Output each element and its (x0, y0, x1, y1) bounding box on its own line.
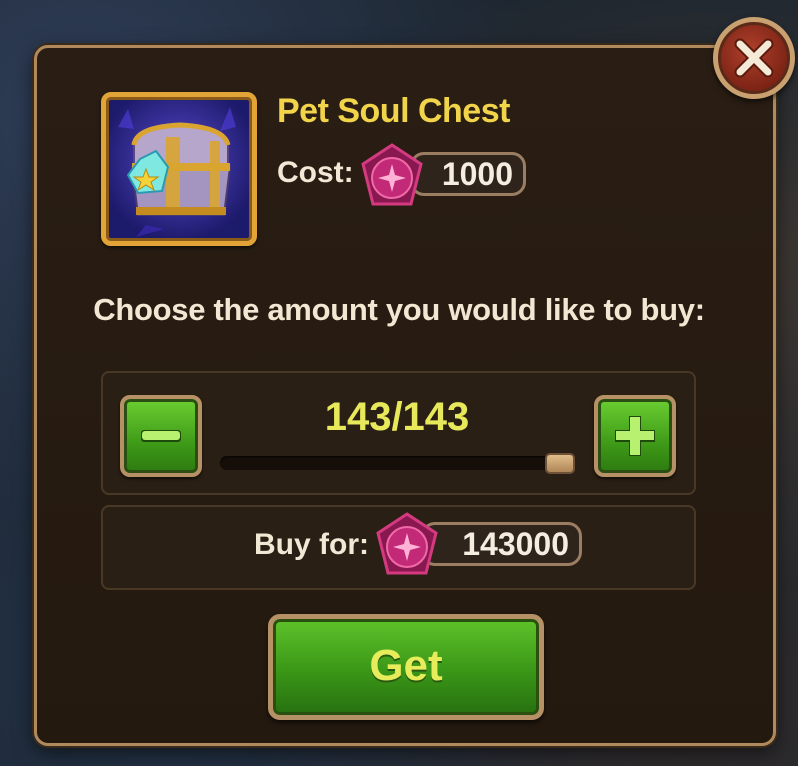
treasure-chest-icon (118, 107, 236, 237)
get-button[interactable]: Get (268, 614, 544, 720)
close-icon (734, 38, 774, 78)
amount-display: 143/143 (324, 395, 470, 439)
plus-icon (615, 416, 655, 456)
amount-prompt: Choose the amount you would like to buy: (93, 292, 705, 327)
minus-icon (141, 430, 181, 442)
total-price-value: 143000 (421, 522, 582, 566)
cost-label: Cost: (277, 156, 354, 189)
increase-button[interactable] (594, 395, 676, 477)
close-button[interactable] (713, 17, 795, 99)
slider-handle[interactable] (545, 453, 575, 474)
buy-for-label: Buy for: (254, 528, 369, 561)
pink-gem-icon (361, 143, 423, 206)
cost-value: 1000 (410, 152, 526, 196)
amount-slider[interactable] (220, 456, 575, 470)
item-icon-frame (101, 92, 257, 246)
pink-gem-icon (376, 512, 438, 575)
decrease-button[interactable] (120, 395, 202, 477)
item-title: Pet Soul Chest (277, 92, 510, 130)
